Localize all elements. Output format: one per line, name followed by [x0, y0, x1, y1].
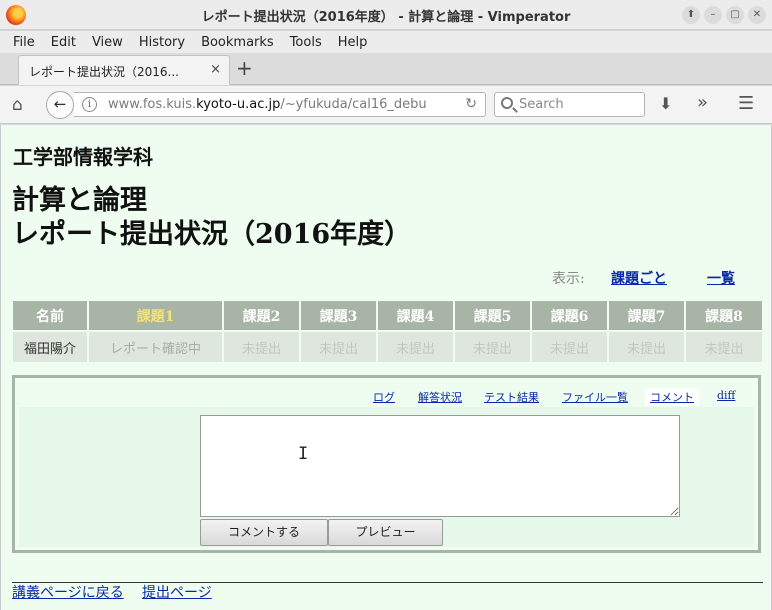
hamburger-menu-icon[interactable]: ☰	[738, 93, 754, 114]
menu-history[interactable]: History	[131, 35, 193, 50]
tab-bar: レポート提出状況（2016... × +	[0, 53, 772, 85]
back-to-lecture-link[interactable]: 講義ページに戻る	[12, 582, 124, 602]
overflow-chevron-icon[interactable]: »	[697, 92, 708, 113]
url-path: /~yfukuda/cal16_debu	[280, 97, 427, 112]
url-prefix: www.fos.kuis.	[108, 97, 197, 112]
submission-status-table: 名前 課題1 課題2 課題3 課題4 課題5 課題6 課題7 課題8 福田陽介 …	[11, 301, 764, 362]
new-tab-icon[interactable]: +	[236, 58, 253, 78]
status-cell-task5: 未提出	[455, 332, 530, 362]
page-title: 計算と論理 レポート提出状況（2016年度）	[12, 184, 411, 252]
url-bar[interactable]: i www.fos.kuis.kyoto-u.ac.jp/~yfukuda/ca…	[74, 92, 486, 117]
status-cell-task6: 未提出	[532, 332, 607, 362]
menu-view[interactable]: View	[84, 35, 131, 50]
menu-edit[interactable]: Edit	[43, 35, 84, 50]
home-icon[interactable]: ⌂	[12, 95, 23, 115]
status-cell-task8: 未提出	[686, 332, 762, 362]
student-name-cell: 福田陽介	[13, 332, 87, 362]
page-title-line1: 計算と論理	[12, 185, 147, 216]
download-icon[interactable]: ⬇	[659, 94, 672, 113]
navigation-toolbar: ⌂ i www.fos.kuis.kyoto-u.ac.jp/~yfukuda/…	[0, 86, 772, 124]
shade-up-icon[interactable]: ⬆	[682, 6, 700, 24]
submit-comment-button[interactable]: コメントする	[200, 519, 328, 546]
tab-comment[interactable]: コメント	[645, 388, 699, 406]
column-header-name: 名前	[13, 301, 87, 332]
column-header-task4[interactable]: 課題4	[378, 301, 453, 332]
url-text[interactable]: www.fos.kuis.kyoto-u.ac.jp/~yfukuda/cal1…	[108, 97, 434, 112]
tab-answer-status[interactable]: 解答状況	[418, 389, 462, 405]
tab-title: レポート提出状況（2016...	[29, 65, 179, 79]
window-controls: ⬆ – ▢ ✕	[682, 6, 766, 24]
menu-help[interactable]: Help	[330, 35, 376, 50]
maximize-icon[interactable]: ▢	[726, 6, 744, 24]
submission-page-link[interactable]: 提出ページ	[142, 582, 212, 602]
search-icon	[501, 97, 513, 109]
close-icon[interactable]: ✕	[748, 6, 766, 24]
status-cell-task3: 未提出	[301, 332, 376, 362]
page-title-line2: レポート提出状況（2016年度）	[12, 219, 412, 250]
info-icon[interactable]: i	[82, 97, 97, 112]
comment-textarea[interactable]	[200, 415, 680, 517]
panel-tab-bar: ログ 解答状況 テスト結果 ファイル一覧 コメント diff	[15, 388, 758, 408]
window-title: レポート提出状況（2016年度） - 計算と論理 - Vimperator	[201, 10, 571, 25]
preview-button[interactable]: プレビュー	[328, 519, 443, 546]
menu-file[interactable]: File	[5, 35, 43, 50]
menu-tools[interactable]: Tools	[282, 35, 330, 50]
menu-bookmarks[interactable]: Bookmarks	[193, 35, 282, 50]
tab-file-list[interactable]: ファイル一覧	[562, 389, 628, 405]
minimize-icon[interactable]: –	[704, 6, 722, 24]
search-placeholder: Search	[519, 97, 564, 112]
column-header-task2[interactable]: 課題2	[224, 301, 299, 332]
status-cell-task1: レポート確認中	[89, 332, 222, 362]
column-header-task3[interactable]: 課題3	[301, 301, 376, 332]
status-cell-task4: 未提出	[378, 332, 453, 362]
view-by-task-link[interactable]: 課題ごと	[611, 268, 667, 288]
browser-tab[interactable]: レポート提出状況（2016... ×	[18, 55, 230, 85]
column-header-task7[interactable]: 課題7	[609, 301, 684, 332]
tab-close-icon[interactable]: ×	[210, 62, 221, 77]
window-titlebar: レポート提出状況（2016年度） - 計算と論理 - Vimperator ⬆ …	[0, 0, 772, 30]
back-arrow-icon: ←	[53, 95, 67, 113]
department-label: 工学部情報学科	[13, 145, 153, 169]
comment-form: I コメントする プレビュー	[19, 407, 754, 547]
tab-diff[interactable]: diff	[717, 389, 735, 402]
page-content: 工学部情報学科 計算と論理 レポート提出状況（2016年度） 表示: 課題ごと …	[0, 125, 772, 610]
url-host: kyoto-u.ac.jp	[196, 97, 281, 112]
view-label: 表示:	[552, 271, 585, 287]
back-button[interactable]: ←	[46, 91, 74, 119]
table-row: 福田陽介 レポート確認中 未提出 未提出 未提出 未提出 未提出 未提出 未提出	[13, 332, 762, 362]
status-cell-task7: 未提出	[609, 332, 684, 362]
tab-log[interactable]: ログ	[373, 389, 395, 405]
column-header-task5[interactable]: 課題5	[455, 301, 530, 332]
column-header-task1[interactable]: 課題1	[89, 301, 222, 332]
menu-bar: File Edit View History Bookmarks Tools H…	[0, 31, 772, 53]
view-list-link[interactable]: 一覧	[707, 268, 735, 288]
tab-test-results[interactable]: テスト結果	[484, 389, 539, 405]
column-header-task8[interactable]: 課題8	[686, 301, 762, 332]
search-input[interactable]: Search	[494, 92, 645, 117]
footer-divider	[12, 582, 763, 583]
text-cursor-icon: I	[298, 444, 309, 464]
table-header-row: 名前 課題1 課題2 課題3 課題4 課題5 課題6 課題7 課題8	[13, 301, 762, 332]
column-header-task6[interactable]: 課題6	[532, 301, 607, 332]
status-cell-task2: 未提出	[224, 332, 299, 362]
detail-panel: ログ 解答状況 テスト結果 ファイル一覧 コメント diff I コメントする …	[12, 375, 761, 553]
reload-icon[interactable]: ↻	[465, 96, 477, 112]
